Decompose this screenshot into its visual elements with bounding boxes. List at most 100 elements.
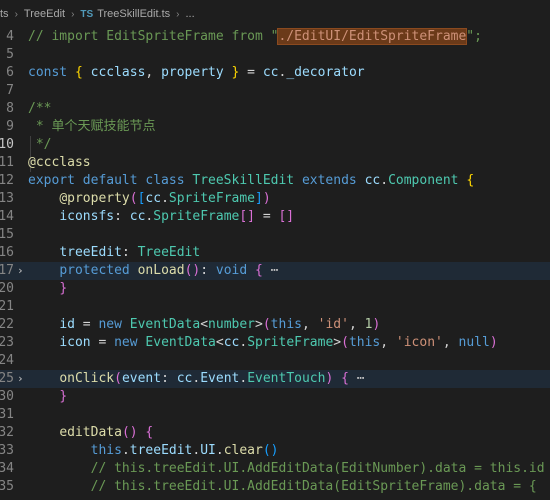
code-line[interactable]: 21: [0, 298, 550, 316]
code-text: const { ccclass, property } = cc._decora…: [28, 64, 365, 82]
code-token: []: [239, 209, 255, 224]
line-number: 30: [0, 388, 14, 406]
code-line[interactable]: 16 treeEdit: TreeEdit: [0, 244, 550, 262]
code-token: =: [239, 65, 263, 80]
code-token: :: [121, 245, 138, 260]
code-token: .: [161, 191, 169, 206]
line-number: 22: [0, 316, 14, 334]
line-number-text: 34: [0, 461, 14, 476]
code-token: .: [215, 443, 224, 458]
code-line[interactable]: 12 export default class TreeSkillEdit ext…: [0, 172, 550, 190]
code-text: onClick(event: cc.Event.EventTouch) { ⋯: [28, 370, 364, 388]
code-editor[interactable]: 4 // import EditSpriteFrame from "./EditU…: [0, 28, 550, 500]
code-line[interactable]: 25 › onClick(event: cc.Event.EventTouch) …: [0, 370, 550, 388]
code-line[interactable]: 30 }: [0, 388, 550, 406]
code-token: this: [90, 443, 122, 458]
code-token: ]: [255, 191, 263, 206]
code-line[interactable]: 4 // import EditSpriteFrame from "./EditU…: [0, 28, 550, 46]
code-token: cc: [364, 173, 381, 188]
code-token: <: [200, 317, 209, 332]
code-token: */: [28, 137, 52, 152]
code-token: SpriteFrame: [168, 191, 255, 206]
line-number: 35: [0, 478, 14, 496]
breadcrumb-more[interactable]: ...: [186, 8, 195, 20]
code-token: .: [380, 173, 389, 188]
code-token: new: [98, 317, 130, 332]
code-line[interactable]: 9 * 单个天赋技能节点: [0, 118, 550, 136]
breadcrumb-file[interactable]: TreeSkillEdit.ts: [97, 8, 170, 20]
code-token: {: [255, 263, 263, 278]
code-line[interactable]: 24: [0, 352, 550, 370]
chevron-right-icon: ›: [14, 8, 18, 20]
code-token: (): [184, 263, 201, 278]
code-line[interactable]: 5: [0, 46, 550, 64]
code-text: /**: [28, 100, 51, 118]
code-token: TreeEdit: [137, 245, 201, 260]
code-line[interactable]: 31: [0, 406, 550, 424]
code-text: icon = new EventData<cc.SpriteFrame>(thi…: [28, 334, 497, 352]
code-line[interactable]: 32 editData() {: [0, 424, 550, 442]
code-token: []: [278, 209, 295, 224]
code-token: clear: [223, 443, 263, 458]
code-line[interactable]: 33 this.treeEdit.UI.clear(): [0, 442, 550, 460]
code-line[interactable]: 17 › protected onLoad(): void { ⋯: [0, 262, 550, 280]
code-token: {: [466, 173, 475, 188]
code-line[interactable]: 13 @property([cc.SpriteFrame]): [0, 190, 550, 208]
code-token: SpriteFrame: [153, 209, 240, 224]
code-line[interactable]: 11 @ccclass: [0, 154, 550, 172]
code-token: cc: [262, 65, 279, 80]
breadcrumb-folder[interactable]: TreeEdit: [24, 8, 65, 20]
fold-chevron-icon[interactable]: ›: [17, 370, 24, 388]
line-number: 32: [0, 424, 14, 442]
code-token: _decorator: [286, 65, 365, 80]
code-token: {: [341, 371, 349, 386]
code-text: @property([cc.SpriteFrame]): [28, 190, 270, 208]
code-line[interactable]: 22 id = new EventData<number>(this, 'id'…: [0, 316, 550, 334]
line-number-text: 5: [6, 47, 14, 62]
line-number-text: 21: [0, 299, 14, 314]
line-number: 4: [0, 28, 14, 46]
code-token: .: [239, 371, 248, 386]
code-token: .: [121, 443, 130, 458]
code-text: iconsfs: cc.SpriteFrame[] = []: [28, 208, 294, 226]
code-token: extends: [301, 173, 365, 188]
line-number: 8: [0, 100, 14, 118]
code-line[interactable]: 35 // this.treeEdit.UI.AddEditData(EditS…: [0, 478, 550, 496]
code-line[interactable]: 34 // this.treeEdit.UI.AddEditData(EditN…: [0, 460, 550, 478]
code-token: cc: [223, 335, 240, 350]
line-number: 25: [0, 370, 14, 388]
code-token: >: [255, 317, 263, 332]
code-text: @ccclass: [28, 154, 91, 172]
code-line[interactable]: 8 /**: [0, 100, 550, 118]
code-token: }: [59, 389, 68, 404]
line-number: 6: [0, 64, 14, 82]
code-line[interactable]: 14 iconsfs: cc.SpriteFrame[] = []: [0, 208, 550, 226]
line-number-text: 25: [0, 371, 14, 386]
line-number-text: 24: [0, 353, 14, 368]
breadcrumb-root[interactable]: ts: [0, 8, 9, 20]
code-token: ,: [442, 335, 459, 350]
code-line[interactable]: 20 }: [0, 280, 550, 298]
code-token: (: [262, 317, 271, 332]
code-line[interactable]: 7: [0, 82, 550, 100]
code-token: EventData: [129, 317, 201, 332]
code-token: property: [161, 65, 232, 80]
code-line[interactable]: 15: [0, 226, 550, 244]
code-token: EventTouch: [247, 371, 326, 386]
code-text: // this.treeEdit.UI.AddEditData(EditNumb…: [28, 460, 545, 478]
code-line[interactable]: 23 icon = new EventData<cc.SpriteFrame>(…: [0, 334, 550, 352]
code-token: :: [161, 371, 177, 386]
code-token: 'icon': [395, 335, 443, 350]
line-number-text: 7: [6, 83, 14, 98]
fold-chevron-icon[interactable]: ›: [17, 262, 24, 280]
code-line[interactable]: 6 const { ccclass, property } = cc._decor…: [0, 64, 550, 82]
chevron-right-icon: ›: [176, 8, 180, 20]
line-number: 12: [0, 172, 14, 190]
code-token: UI: [200, 443, 216, 458]
code-text: this.treeEdit.UI.clear(): [28, 442, 279, 460]
code-line[interactable]: 10 */: [0, 136, 550, 154]
